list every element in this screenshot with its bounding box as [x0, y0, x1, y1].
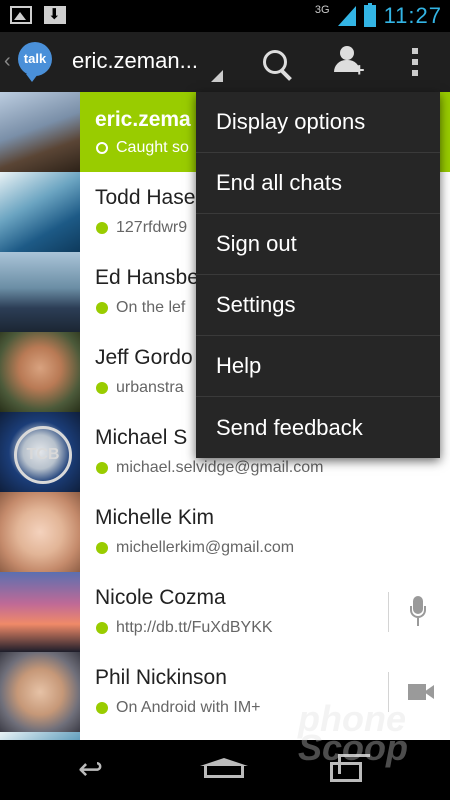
contact-row[interactable]: Michelle Kim michellerkim@gmail.com [0, 492, 450, 573]
menu-item-display-options[interactable]: Display options [196, 92, 440, 153]
download-notification-icon [44, 5, 66, 24]
action-bar: ‹ talk eric.zeman... + [0, 32, 450, 94]
avatar-monogram: TCB [14, 426, 72, 484]
add-person-icon: + [328, 42, 368, 82]
menu-item-sign-out[interactable]: Sign out [196, 214, 440, 275]
contact-name: Phil Nickinson [95, 666, 227, 689]
search-button[interactable] [255, 42, 295, 82]
online-dot-icon [96, 702, 108, 714]
divider [388, 592, 389, 632]
signal-icon [337, 6, 356, 26]
contact-row[interactable]: Nicole Cozma http://db.tt/FuXdBYKK [0, 572, 450, 653]
menu-item-send-feedback[interactable]: Send feedback [196, 397, 440, 458]
avatar [0, 92, 80, 172]
avatar [0, 252, 80, 332]
mic-icon[interactable] [410, 596, 426, 628]
overflow-menu-button[interactable] [395, 42, 435, 82]
online-dot-icon [96, 622, 108, 634]
menu-item-end-all-chats[interactable]: End all chats [196, 153, 440, 214]
avatar [0, 332, 80, 412]
home-icon[interactable] [200, 758, 248, 780]
online-dot-icon [96, 382, 108, 394]
avatar [0, 732, 80, 740]
spinner-triangle-icon[interactable] [211, 70, 223, 82]
account-spinner[interactable]: eric.zeman... [72, 48, 212, 74]
watermark: phone Scoop [298, 701, 448, 768]
more-vert-icon [412, 48, 418, 76]
overflow-menu: Display options End all chats Sign out S… [196, 92, 440, 458]
avatar [0, 172, 80, 252]
menu-item-settings[interactable]: Settings [196, 275, 440, 336]
contact-name: Michelle Kim [95, 506, 215, 529]
network-type: 3G [314, 4, 330, 16]
contact-status: On Android with IM+ [116, 699, 261, 716]
contact-name: Jeff Gordo [95, 346, 193, 369]
contact-name: Michael S [95, 426, 188, 449]
idle-ring-icon [96, 142, 108, 154]
avatar: TCB [0, 412, 80, 492]
back-icon[interactable]: ↩ [78, 755, 122, 785]
up-caret-icon[interactable]: ‹ [4, 50, 11, 73]
contact-status: On the lef [116, 299, 186, 316]
contact-status: 127rfdwr9 [116, 219, 188, 236]
contact-name: Nicole Cozma [95, 586, 226, 609]
avatar [0, 652, 80, 732]
image-notification-icon [10, 6, 32, 24]
talk-logo[interactable]: talk [18, 42, 52, 82]
online-dot-icon [96, 542, 108, 554]
avatar [0, 572, 80, 652]
video-camera-icon[interactable] [408, 684, 434, 700]
add-friend-button[interactable]: + [328, 42, 368, 82]
watermark-line2: Scoop [298, 726, 409, 768]
clock: 11:27 [383, 3, 442, 28]
contact-name: Ed Hansbe [95, 266, 199, 289]
contact-status: http://db.tt/FuXdBYKK [116, 619, 273, 636]
online-dot-icon [96, 222, 108, 234]
battery-icon [363, 3, 376, 27]
contact-name: Todd Hase [95, 186, 196, 209]
online-dot-icon [96, 462, 108, 474]
contact-status: michael.selvidge@gmail.com [116, 459, 324, 476]
contact-status: michellerkim@gmail.com [116, 539, 295, 556]
contact-status: Caught so [116, 139, 189, 156]
contact-status: urbanstra [116, 379, 184, 396]
contact-name: eric.zema [95, 108, 191, 131]
status-bar: 3G 11:27 [0, 0, 450, 32]
menu-item-help[interactable]: Help [196, 336, 440, 397]
search-icon [263, 50, 287, 74]
online-dot-icon [96, 302, 108, 314]
avatar [0, 492, 80, 572]
